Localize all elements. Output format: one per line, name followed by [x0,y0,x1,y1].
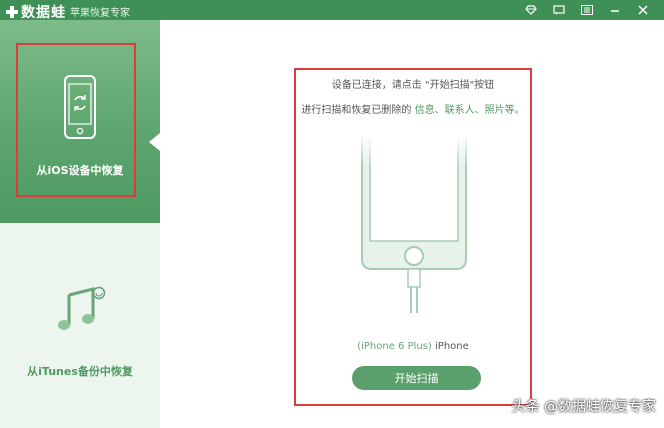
app-subtitle: 苹果恢复专家 [70,8,130,19]
instruction-line-2: 进行扫描和恢复已删除的 信息、联系人、照片等。 [296,98,530,123]
minimize-icon[interactable] [608,3,622,17]
instructions: 设备已连接，请点击 "开始扫描"按钮 进行扫描和恢复已删除的 信息、联系人、照片… [296,73,530,123]
itunes-music-icon [58,286,106,330]
device-name: iPhone [431,341,469,352]
sidebar-item-label: 从iTunes备份中恢复 [27,365,133,378]
sidebar-item-itunes-recovery[interactable]: 从iTunes备份中恢复 [0,223,160,428]
app-logo: 数据蛙 [5,2,66,22]
start-scan-button[interactable]: 开始扫描 [352,366,481,390]
diamond-icon[interactable] [524,3,538,17]
instruction-line-2-highlight: 信息、联系人、照片等。 [414,105,525,116]
cross-logo-icon [5,5,19,19]
app-name: 数据蛙 [21,5,66,21]
window-controls [524,3,650,17]
menu-icon[interactable] [580,3,594,17]
title-bar: 数据蛙 苹果恢复专家 [0,0,664,22]
connected-phone-illustration [360,135,468,313]
device-model-line: (iPhone 6 Plus) iPhone [296,341,530,352]
selection-pointer [149,133,160,151]
watermark: 头条 @数据蛙恢复专家 [511,399,656,415]
sidebar: 从iOS设备中恢复 从iTunes备份中恢复 [0,20,160,428]
instruction-line-1: 设备已连接，请点击 "开始扫描"按钮 [331,80,495,91]
instruction-line-2-prefix: 进行扫描和恢复已删除的 [301,105,415,116]
message-icon[interactable] [552,3,566,17]
device-model: (iPhone 6 Plus) [357,341,432,352]
annotation-box-sidebar [16,43,136,197]
close-icon[interactable] [636,3,650,17]
